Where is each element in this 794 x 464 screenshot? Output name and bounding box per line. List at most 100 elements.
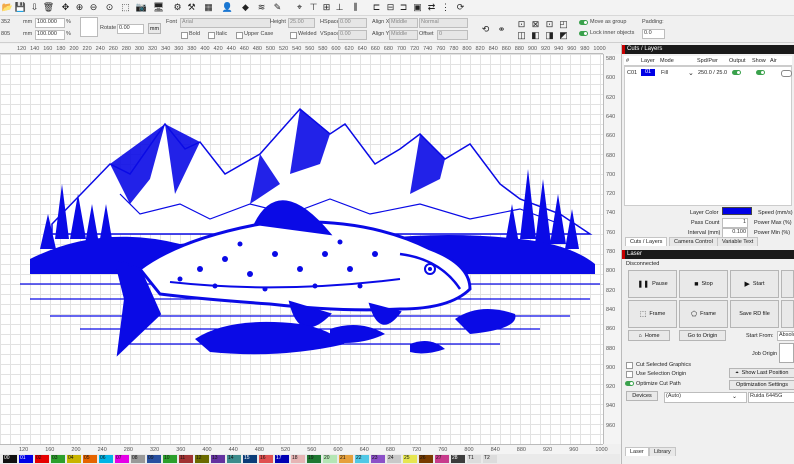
smooth-icon[interactable]: ◫: [516, 30, 527, 41]
align-right-icon[interactable]: ⊐: [398, 2, 409, 13]
palette-swatch[interactable]: 17: [275, 455, 289, 463]
palette-swatch[interactable]: 10: [163, 455, 177, 463]
path-icon[interactable]: ✎: [272, 2, 283, 13]
close-path-icon[interactable]: ⊡: [544, 19, 555, 30]
palette-swatch[interactable]: 04: [67, 455, 81, 463]
frame-button-2[interactable]: ⬠ Frame: [679, 300, 728, 328]
palette-swatch[interactable]: 03: [51, 455, 65, 463]
palette-swatch[interactable]: 28: [451, 455, 465, 463]
palette-swatch[interactable]: 20: [323, 455, 337, 463]
air-toggle[interactable]: [781, 70, 792, 77]
show-last-position-button[interactable]: ⌖ Show Last Position: [729, 368, 794, 378]
tab-library[interactable]: Library: [649, 447, 676, 456]
go-to-origin-button[interactable]: Go to Origin: [679, 330, 726, 341]
devices-button[interactable]: Devices: [626, 391, 658, 401]
lock-inner-toggle[interactable]: [579, 31, 588, 36]
frame-select-icon[interactable]: ⬚: [120, 2, 131, 13]
offset-field[interactable]: 0: [437, 30, 468, 40]
extra-button[interactable]: [781, 270, 794, 298]
curve-icon[interactable]: ◨: [544, 30, 555, 41]
weld-icon[interactable]: ⚭: [496, 24, 507, 35]
corner-icon[interactable]: ◰: [558, 19, 569, 30]
palette-swatch[interactable]: 06: [99, 455, 113, 463]
shapes-icon[interactable]: ◆: [240, 2, 251, 13]
zoom-in-icon[interactable]: ⊕: [74, 2, 85, 13]
move-icon[interactable]: ✥: [60, 2, 71, 13]
group-icon[interactable]: ▣: [412, 2, 423, 13]
palette-swatch[interactable]: 27: [435, 455, 449, 463]
align-top-icon[interactable]: ⊤: [308, 2, 319, 13]
palette-swatch[interactable]: 02: [35, 455, 49, 463]
grid-icon[interactable]: ▦: [203, 2, 214, 13]
cut-selected-checkbox[interactable]: [626, 362, 633, 369]
palette-swatch[interactable]: 13: [211, 455, 225, 463]
palette-swatch[interactable]: 23: [371, 455, 385, 463]
palette-swatch[interactable]: T1: [467, 455, 481, 463]
text-style-select[interactable]: Normal: [419, 18, 468, 28]
palette-swatch[interactable]: 09: [147, 455, 161, 463]
align-center-icon[interactable]: ⊟: [385, 2, 396, 13]
palette-swatch[interactable]: 21: [339, 455, 353, 463]
palette-swatch[interactable]: 14: [227, 455, 241, 463]
open-icon[interactable]: 📂: [2, 2, 13, 13]
output-toggle[interactable]: [732, 70, 741, 75]
break-icon[interactable]: ⊠: [530, 19, 541, 30]
fish-mountain-artwork[interactable]: [0, 54, 603, 444]
palette-swatch[interactable]: 19: [307, 455, 321, 463]
row-mode[interactable]: Fill: [661, 70, 668, 76]
align-middle-icon[interactable]: ⊞: [321, 2, 332, 13]
palette-swatch[interactable]: T2: [483, 455, 497, 463]
align-y-select[interactable]: Middle: [389, 30, 418, 40]
palette-swatch[interactable]: 08: [131, 455, 145, 463]
anchor-grid[interactable]: [80, 17, 98, 37]
user-tool-icon[interactable]: 👤: [222, 2, 233, 13]
palette-swatch[interactable]: 15: [243, 455, 257, 463]
font-select[interactable]: Arial: [180, 18, 271, 28]
welded-checkbox[interactable]: [290, 32, 297, 39]
start-button[interactable]: ▶ Start: [730, 270, 779, 298]
design-canvas[interactable]: [0, 54, 603, 444]
palette-swatch[interactable]: 26: [419, 455, 433, 463]
show-toggle[interactable]: [756, 70, 765, 75]
vspace-field[interactable]: 0.00: [338, 30, 367, 40]
zoom-out-icon[interactable]: ⊖: [88, 2, 99, 13]
palette-swatch[interactable]: 01: [19, 455, 33, 463]
settings-icon[interactable]: ⚙: [172, 2, 183, 13]
tab-laser[interactable]: Laser: [625, 447, 649, 456]
refresh-icon[interactable]: ⟲: [480, 24, 491, 35]
palette-swatch[interactable]: 18: [291, 455, 305, 463]
node-icon[interactable]: ⊡: [516, 19, 527, 30]
frame-button-1[interactable]: ⬚ Frame: [628, 300, 677, 328]
palette-swatch[interactable]: 07: [115, 455, 129, 463]
stop-button[interactable]: ■ Stop: [679, 270, 728, 298]
trash-icon[interactable]: 🗑: [43, 2, 54, 13]
line-icon[interactable]: ◧: [530, 30, 541, 41]
palette-swatch[interactable]: 00: [3, 455, 17, 463]
italic-checkbox[interactable]: [208, 32, 215, 39]
align-left-icon[interactable]: ⊏: [371, 2, 382, 13]
chevron-down-icon[interactable]: ⌄: [688, 69, 694, 77]
height-field[interactable]: 100.000: [35, 30, 65, 40]
hspace-field[interactable]: 0.00: [338, 18, 367, 28]
align-bottom-icon[interactable]: ⊥: [334, 2, 345, 13]
monitor-icon[interactable]: 🖥: [153, 2, 164, 13]
table-row[interactable]: C01 01 Fill ⌄ 250.0 / 25.0: [625, 68, 792, 77]
upper-case-checkbox[interactable]: [236, 32, 243, 39]
zoom-window-icon[interactable]: ⊙: [104, 2, 115, 13]
layer-color-swatch[interactable]: [722, 207, 752, 215]
delete-node-icon[interactable]: ◩: [558, 30, 569, 41]
tools-icon[interactable]: ⚒: [186, 2, 197, 13]
text-height-field[interactable]: 25.00: [288, 18, 315, 28]
array-icon[interactable]: ⋮: [440, 2, 451, 13]
import-icon[interactable]: ⇩: [29, 2, 40, 13]
pass-count-field[interactable]: 1: [722, 218, 748, 228]
tab-camera-control[interactable]: Camera Control: [669, 237, 718, 246]
distribute-icon[interactable]: ⫼: [350, 2, 361, 13]
chevron-down-icon[interactable]: ⌄: [732, 393, 737, 400]
optimization-settings-button[interactable]: Optimization Settings: [729, 380, 794, 390]
bold-checkbox[interactable]: [181, 32, 188, 39]
extra-button-2[interactable]: [781, 300, 794, 328]
target-icon[interactable]: ⌖: [294, 2, 305, 13]
rotate-icon[interactable]: ⟳: [455, 2, 466, 13]
align-x-select[interactable]: Middle: [389, 18, 418, 28]
